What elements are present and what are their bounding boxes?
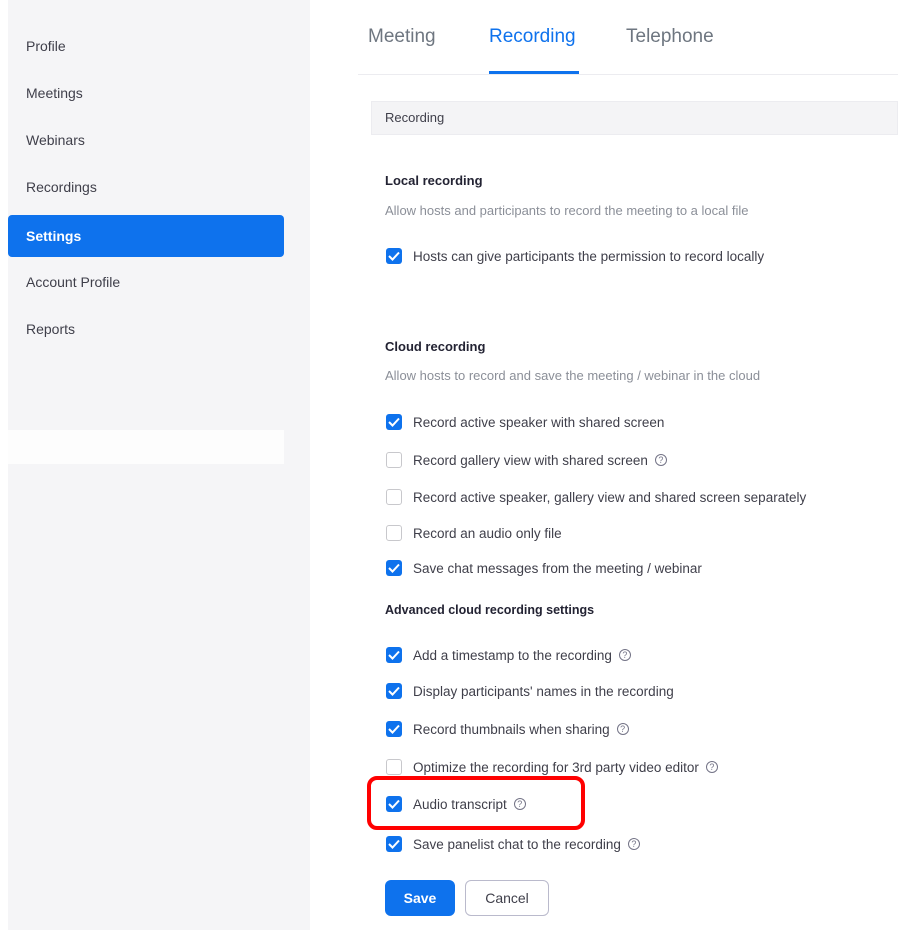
option-save-chat[interactable]: Save chat messages from the meeting / we…	[386, 558, 702, 578]
option-label: Record an audio only file	[413, 525, 562, 541]
local-recording-description: Allow hosts and participants to record t…	[385, 203, 749, 218]
help-icon[interactable]: ?	[705, 761, 718, 773]
tab-meeting[interactable]: Meeting	[368, 26, 436, 48]
checkbox-checked[interactable]	[386, 647, 402, 663]
local-recording-heading: Local recording	[385, 173, 483, 188]
active-tab-indicator	[489, 71, 579, 74]
option-label: Optimize the recording for 3rd party vid…	[413, 759, 699, 775]
checkbox-checked[interactable]	[386, 414, 402, 430]
sidebar-item-profile[interactable]: Profile	[8, 26, 284, 66]
checkbox-checked[interactable]	[386, 560, 402, 576]
option-label: Save panelist chat to the recording	[413, 836, 621, 852]
option-label: Record active speaker, gallery view and …	[413, 489, 807, 505]
help-icon[interactable]: ?	[616, 723, 629, 735]
save-button[interactable]: Save	[385, 880, 455, 916]
sidebar-item-reports[interactable]: Reports	[8, 309, 284, 349]
sidebar-item-meetings[interactable]: Meetings	[8, 73, 284, 113]
advanced-heading: Advanced cloud recording settings	[385, 603, 595, 617]
sidebar: Profile Meetings Webinars Recordings Set…	[8, 0, 310, 930]
option-local-permission[interactable]: Hosts can give participants the permissi…	[386, 246, 764, 266]
tab-telephone[interactable]: Telephone	[626, 26, 714, 48]
option-label: Record active speaker with shared screen	[413, 414, 665, 430]
sidebar-item-webinars[interactable]: Webinars	[8, 120, 284, 160]
checkbox-checked[interactable]	[386, 721, 402, 737]
sidebar-item-settings[interactable]: Settings	[8, 215, 284, 257]
help-icon[interactable]: ?	[627, 838, 640, 850]
option-active-speaker[interactable]: Record active speaker with shared screen	[386, 412, 664, 432]
option-label: Record thumbnails when sharing	[413, 721, 610, 737]
cloud-recording-description: Allow hosts to record and save the meeti…	[385, 368, 761, 383]
section-title: Recording	[371, 101, 898, 135]
option-panelist-chat[interactable]: Save panelist chat to the recording ?	[386, 834, 640, 854]
option-label: Display participants' names in the recor…	[413, 683, 674, 699]
checkbox-unchecked[interactable]	[386, 759, 402, 775]
checkbox-unchecked[interactable]	[386, 452, 402, 468]
tabs-divider	[358, 74, 898, 75]
highlight-box	[367, 776, 585, 830]
option-label: Hosts can give participants the permissi…	[413, 248, 765, 264]
help-icon[interactable]: ?	[618, 649, 631, 661]
checkbox-unchecked[interactable]	[386, 525, 402, 541]
checkbox-checked[interactable]	[386, 683, 402, 699]
checkbox-checked[interactable]	[386, 248, 402, 264]
option-separately[interactable]: Record active speaker, gallery view and …	[386, 487, 806, 507]
option-gallery-view[interactable]: Record gallery view with shared screen ?	[386, 450, 667, 470]
option-label: Save chat messages from the meeting / we…	[413, 560, 702, 576]
option-label: Add a timestamp to the recording	[413, 647, 612, 663]
checkbox-unchecked[interactable]	[386, 489, 402, 505]
sidebar-item-account-profile[interactable]: Account Profile	[8, 262, 284, 302]
option-timestamp[interactable]: Add a timestamp to the recording ?	[386, 645, 631, 665]
help-icon[interactable]: ?	[654, 454, 667, 466]
option-label: Record gallery view with shared screen	[413, 452, 648, 468]
cancel-button[interactable]: Cancel	[465, 880, 549, 916]
checkbox-checked[interactable]	[386, 836, 402, 852]
option-optimize-editor[interactable]: Optimize the recording for 3rd party vid…	[386, 757, 718, 777]
option-audio-only[interactable]: Record an audio only file	[386, 523, 562, 543]
tab-recording[interactable]: Recording	[489, 26, 576, 48]
sidebar-blank-item	[8, 430, 284, 464]
sidebar-item-recordings[interactable]: Recordings	[8, 167, 284, 207]
cloud-recording-heading: Cloud recording	[385, 339, 486, 354]
option-thumbnails[interactable]: Record thumbnails when sharing ?	[386, 719, 629, 739]
option-participant-names[interactable]: Display participants' names in the recor…	[386, 681, 674, 701]
